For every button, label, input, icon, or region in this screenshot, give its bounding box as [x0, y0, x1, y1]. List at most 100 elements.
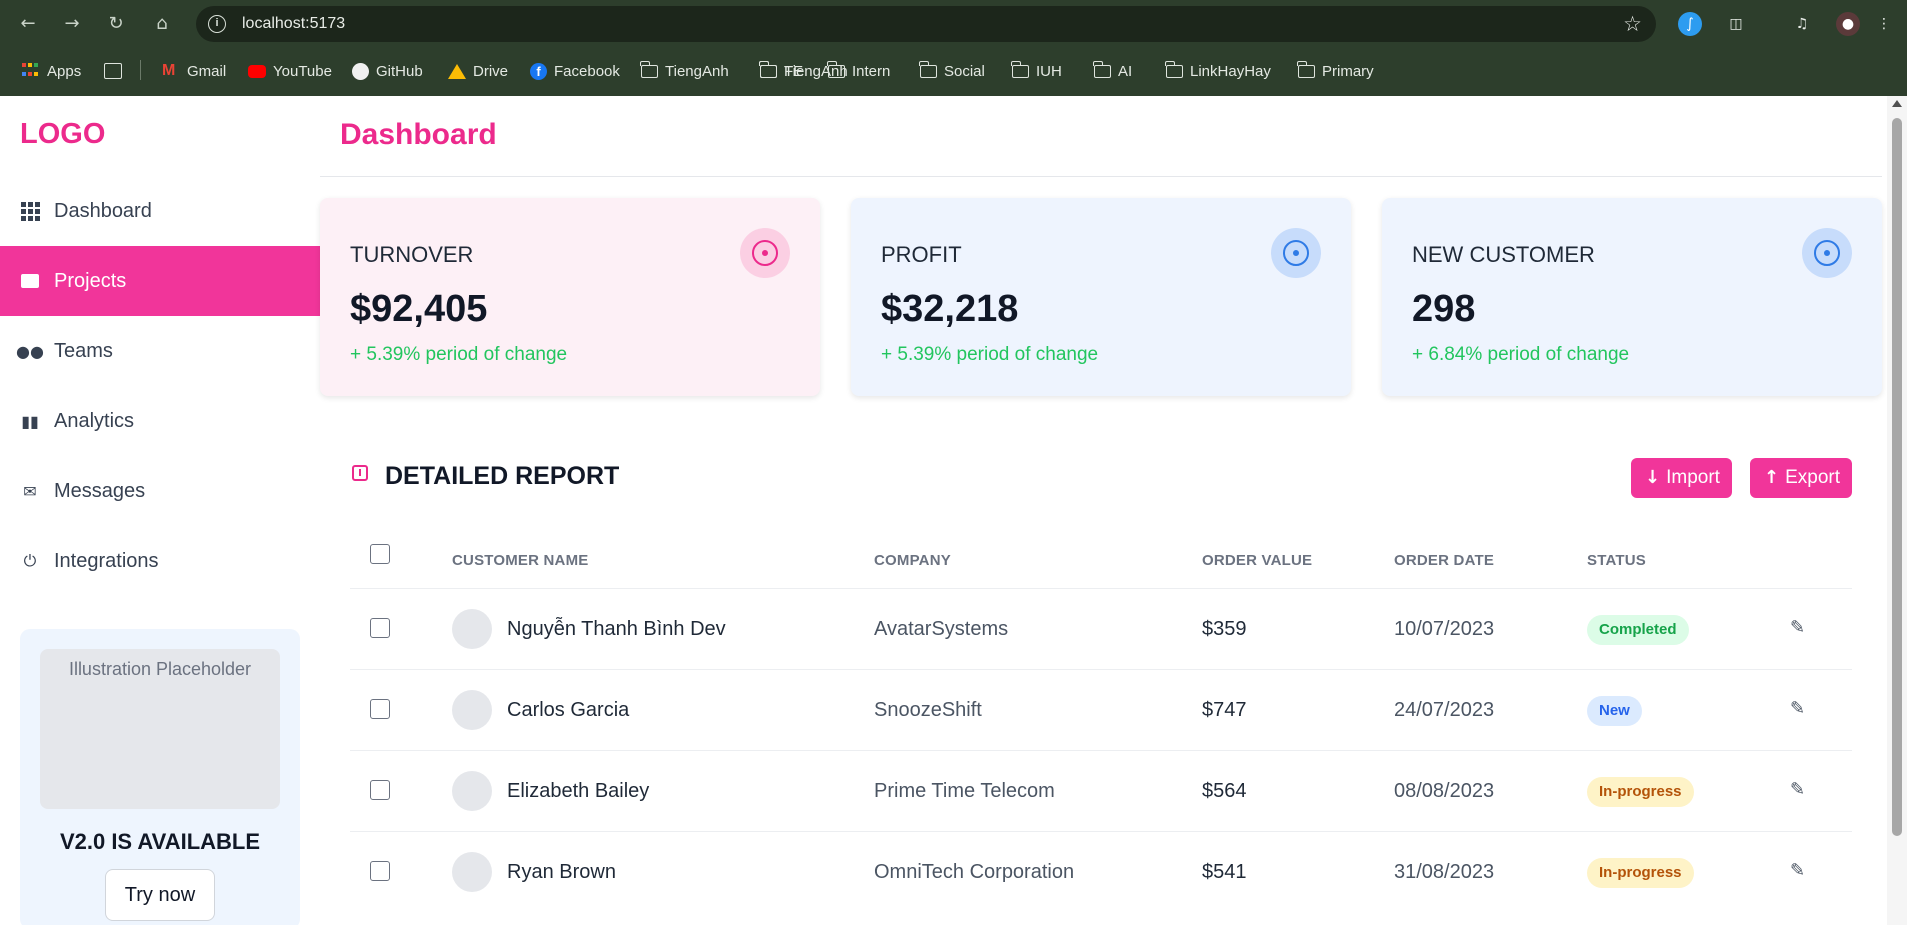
bookmark-gmail[interactable]: M Gmail [162, 60, 226, 82]
folder-icon [1165, 60, 1183, 78]
customer-name: Carlos Garcia [507, 699, 630, 721]
table-row[interactable]: Nguyễn Thanh Bình Dev AvatarSystems $359… [350, 588, 1852, 669]
row-checkbox[interactable] [370, 618, 390, 638]
bookmark-apps[interactable]: Apps [22, 60, 81, 82]
sidebar: LOGO Dashboard Projects ●● Teams ▮▮ Anal… [0, 96, 320, 925]
order-date: 08/08/2023 [1394, 780, 1495, 802]
illustration-placeholder-text: Illustration Placeholder [68, 659, 252, 679]
company-name: Prime Time Telecom [874, 780, 1055, 802]
folder-icon [759, 60, 777, 78]
menu-kebab-icon[interactable]: ⋮ [1872, 12, 1896, 36]
bookmark-star-icon[interactable]: ☆ [1623, 12, 1642, 36]
company-name: SnoozeShift [874, 699, 982, 721]
stat-change: + 5.39% period of change [350, 344, 568, 365]
sidebar-item-projects[interactable]: Projects [0, 246, 320, 316]
scrollbar-thumb[interactable] [1892, 118, 1902, 836]
sidebar-item-messages[interactable]: ✉ Messages [0, 456, 320, 526]
export-button[interactable]: ↑ Export [1750, 458, 1853, 498]
status-badge: In-progress [1587, 858, 1694, 888]
stat-card-profit: PROFIT $32,218 + 5.39% period of change [851, 198, 1351, 396]
sidebar-item-label: Teams [54, 339, 113, 362]
edit-icon[interactable]: ✎ [1790, 618, 1810, 638]
edit-icon[interactable]: ✎ [1790, 699, 1810, 719]
home-icon[interactable]: ⌂ [150, 12, 174, 36]
bookmark-folder-ai[interactable]: AI [1093, 60, 1132, 82]
grid-icon [20, 201, 40, 221]
order-date: 24/07/2023 [1394, 699, 1495, 721]
bookmark-github[interactable]: GitHub [352, 60, 423, 82]
promo-title: V2.0 IS AVAILABLE [59, 829, 261, 854]
scroll-up-arrow-icon[interactable] [1892, 100, 1902, 107]
avatar [452, 690, 492, 730]
bookmark-youtube[interactable]: YouTube [248, 60, 332, 82]
select-all-checkbox[interactable] [370, 544, 390, 564]
bookmark-label: GitHub [376, 62, 423, 80]
users-icon: ●● [16, 341, 44, 361]
import-button[interactable]: ↓ Import [1631, 458, 1732, 498]
sidebar-item-teams[interactable]: ●● Teams [0, 316, 320, 386]
table-row[interactable]: Carlos Garcia SnoozeShift $747 24/07/202… [350, 669, 1852, 750]
sidebar-item-label: Dashboard [54, 199, 152, 222]
stat-label: NEW CUSTOMER [1412, 242, 1595, 267]
bookmark-label: LinkHayHay [1190, 62, 1271, 80]
shazam-extension-icon[interactable]: ∫ [1678, 12, 1702, 36]
column-header[interactable]: ORDER DATE [1394, 552, 1494, 569]
row-checkbox[interactable] [370, 699, 390, 719]
plug-icon: ⏻ [23, 551, 37, 570]
sidebar-item-label: Analytics [54, 409, 135, 432]
report-icon [352, 465, 368, 481]
customer-name: Nguyễn Thanh Bình Dev [507, 618, 726, 640]
page-title: Dashboard [340, 118, 497, 151]
address-url[interactable]: localhost:5173 [242, 15, 345, 33]
bookmark-folder-linkhayhay[interactable]: LinkHayHay [1165, 60, 1271, 82]
bookmark-tab-groups[interactable] [104, 60, 122, 82]
gmail-icon: M [162, 62, 176, 79]
order-date: 31/08/2023 [1394, 861, 1495, 883]
table-row[interactable]: Ryan Brown OmniTech Corporation $541 31/… [350, 831, 1852, 912]
column-header[interactable]: ORDER VALUE [1202, 552, 1312, 569]
row-checkbox[interactable] [370, 780, 390, 800]
edit-icon[interactable]: ✎ [1790, 861, 1810, 881]
upgrade-promo-card: Illustration Placeholder V2.0 IS AVAILAB… [20, 629, 300, 925]
bookmark-drive[interactable]: Drive [448, 60, 508, 82]
profile-avatar[interactable]: ● [1836, 12, 1860, 36]
bookmark-folder-iuh[interactable]: IUH [1011, 60, 1062, 82]
try-now-button[interactable]: Try now [105, 869, 215, 921]
avatar [452, 852, 492, 892]
bookmark-folder-primary[interactable]: Primary [1297, 60, 1374, 82]
column-header[interactable]: COMPANY [874, 552, 951, 569]
media-controls-icon[interactable]: ♫ [1790, 12, 1814, 36]
bookmark-folder-social[interactable]: Social [919, 60, 985, 82]
column-header[interactable]: CUSTOMER NAME [452, 552, 589, 569]
bookmark-label: Primary [1322, 62, 1374, 80]
order-value: $747 [1202, 699, 1247, 721]
page-scrollbar[interactable] [1887, 96, 1907, 925]
title-divider [320, 176, 1882, 177]
sidebar-item-analytics[interactable]: ▮▮ Analytics [0, 386, 320, 456]
logo[interactable]: LOGO [20, 118, 105, 151]
stat-value: $32,218 [881, 288, 1019, 330]
extensions-puzzle-icon[interactable]: ◫ [1724, 12, 1748, 36]
site-info-icon[interactable]: i [208, 15, 226, 33]
folder-icon [640, 60, 658, 78]
stat-change: + 5.39% period of change [881, 344, 1099, 365]
bookmark-folder-fe[interactable]: FE [759, 60, 803, 82]
back-icon[interactable]: ← [16, 12, 40, 36]
github-icon [352, 62, 369, 80]
table-row[interactable]: Elizabeth Bailey Prime Time Telecom $564… [350, 750, 1852, 831]
bookmark-folder-tienganh-pos[interactable]: TiengAnh [640, 60, 729, 82]
column-header[interactable]: STATUS [1587, 552, 1646, 569]
reload-icon[interactable]: ↻ [104, 12, 128, 36]
sidebar-item-dashboard[interactable]: Dashboard [0, 176, 320, 246]
row-checkbox[interactable] [370, 861, 390, 881]
forward-icon[interactable]: → [60, 12, 84, 36]
bookmark-folder-intern[interactable]: Intern [827, 60, 890, 82]
status-badge: In-progress [1587, 777, 1694, 807]
bookmark-label: Facebook [554, 62, 620, 80]
address-bar[interactable]: i localhost:5173 ☆ [196, 6, 1656, 42]
edit-icon[interactable]: ✎ [1790, 780, 1810, 800]
company-name: AvatarSystems [874, 618, 1009, 640]
sidebar-item-integrations[interactable]: ⏻ Integrations [0, 526, 320, 596]
bookmark-facebook[interactable]: f Facebook [530, 60, 620, 82]
bookmark-label: Apps [47, 62, 82, 80]
